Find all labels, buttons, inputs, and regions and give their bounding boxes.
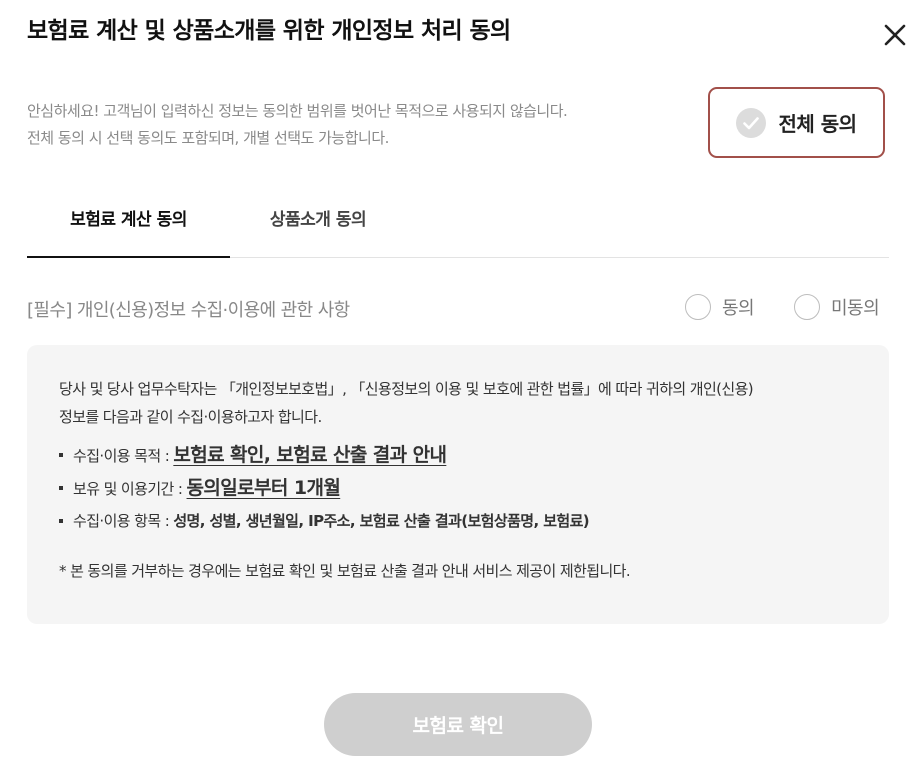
item-label: 수집·이용 항목 : (73, 512, 174, 530)
radio-circle-icon (794, 294, 820, 320)
intro-line: 정보를 다음과 같이 수집·이용하고자 합니다. (59, 408, 322, 426)
agree-all-label: 전체 동의 (778, 112, 857, 136)
close-icon (884, 24, 906, 46)
agree-radio-label: 동의 (722, 298, 755, 319)
required-consent-row: [필수] 개인(신용)정보 수집·이용에 관한 사항 동의 미동의 (27, 290, 889, 330)
check-circle-icon (736, 107, 767, 138)
check-premium-button[interactable]: 보험료 확인 (324, 693, 592, 756)
agree-all-button[interactable]: 전체 동의 (708, 87, 885, 158)
dialog-title: 보험료 계산 및 상품소개를 위한 개인정보 처리 동의 (27, 18, 511, 44)
agree-radio[interactable]: 동의 (685, 294, 755, 320)
tab-premium-calculation[interactable]: 보험료 계산 동의 (27, 186, 230, 258)
consent-tabs: 보험료 계산 동의 상품소개 동의 (27, 186, 889, 258)
footnote: * 본 동의를 거부하는 경우에는 보험료 확인 및 보험료 산출 결과 안내 … (59, 562, 631, 580)
consent-intro: 당사 및 당사 업무수탁자는 「개인정보보호법」, 「신용정보의 이용 및 보호… (59, 375, 857, 431)
close-button[interactable] (876, 20, 912, 56)
privacy-notice: 안심하세요! 고객님이 입력하신 정보는 동의한 범위를 벗어난 목적으로 사용… (27, 98, 699, 152)
radio-circle-icon (685, 294, 711, 320)
list-item: 수집·이용 목적 : 보험료 확인, 보험료 산출 결과 안내 (59, 439, 857, 472)
notice-line: 안심하세요! 고객님이 입력하신 정보는 동의한 범위를 벗어난 목적으로 사용… (27, 102, 568, 120)
list-item: 보유 및 이용기간 : 동의일로부터 1개월 (59, 472, 857, 505)
item-label: 수집·이용 목적 : (73, 447, 174, 465)
required-consent-label: [필수] 개인(신용)정보 수집·이용에 관한 사항 (27, 300, 350, 321)
disagree-radio[interactable]: 미동의 (794, 294, 880, 320)
tab-product-introduction[interactable]: 상품소개 동의 (230, 186, 406, 258)
disagree-radio-label: 미동의 (831, 298, 880, 319)
notice-line: 전체 동의 시 선택 동의도 포함되며, 개별 선택도 가능합니다. (27, 129, 389, 147)
list-item: 수집·이용 항목 : 성명, 성별, 생년월일, IP주소, 보험료 산출 결과… (59, 505, 857, 537)
item-value: 성명, 성별, 생년월일, IP주소, 보험료 산출 결과(보험상품명, 보험료… (173, 512, 590, 530)
item-value: 보험료 확인, 보험료 산출 결과 안내 (173, 444, 447, 466)
item-value: 동의일로부터 1개월 (186, 477, 341, 499)
intro-line: 당사 및 당사 업무수탁자는 「개인정보보호법」, 「신용정보의 이용 및 보호… (59, 380, 754, 398)
item-label: 보유 및 이용기간 : (73, 480, 187, 498)
consent-details-panel: 당사 및 당사 업무수탁자는 「개인정보보호법」, 「신용정보의 이용 및 보호… (27, 345, 889, 624)
consent-items-list: 수집·이용 목적 : 보험료 확인, 보험료 산출 결과 안내 보유 및 이용기… (59, 439, 857, 537)
